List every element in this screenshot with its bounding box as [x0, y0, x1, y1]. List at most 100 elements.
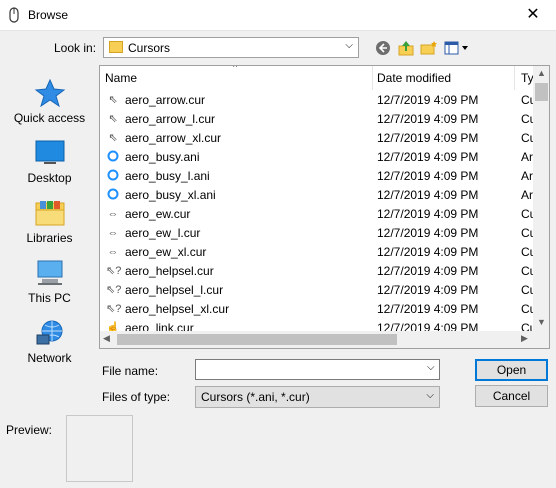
column-divider[interactable]	[372, 66, 373, 90]
table-row[interactable]: aero_busy_xl.ani 12/7/2019 4:09 PM Ar	[100, 186, 533, 205]
up-folder-icon[interactable]	[397, 39, 415, 57]
chevron-down-icon: ⌵	[426, 390, 434, 401]
place-quick-access[interactable]: Quick access	[4, 75, 95, 133]
chevron-down-icon: ⌵	[345, 40, 353, 51]
table-row[interactable]: ⇖ aero_arrow_l.cur 12/7/2019 4:09 PM Cu	[100, 110, 533, 129]
table-row[interactable]: aero_busy.ani 12/7/2019 4:09 PM Ar	[100, 148, 533, 167]
help-cursor-icon: ⇖?	[106, 284, 122, 296]
table-row[interactable]: ⇖? aero_helpsel_l.cur 12/7/2019 4:09 PM …	[100, 281, 533, 300]
scroll-corner	[533, 331, 549, 348]
file-date: 12/7/2019 4:09 PM	[377, 188, 479, 202]
table-row[interactable]: ⇖? aero_helpsel_xl.cur 12/7/2019 4:09 PM…	[100, 300, 533, 319]
arrow-cursor-icon: ⇖	[108, 94, 118, 106]
back-icon[interactable]	[374, 39, 392, 57]
file-type: Cu	[521, 283, 533, 297]
file-date: 12/7/2019 4:09 PM	[377, 264, 479, 278]
file-type: Cu	[521, 302, 533, 316]
file-date: 12/7/2019 4:09 PM	[377, 131, 479, 145]
file-type: Cu	[521, 264, 533, 278]
sort-ascending-icon: ^	[233, 65, 238, 72]
filetype-dropdown[interactable]: Cursors (*.ani, *.cur) ⌵	[195, 386, 440, 408]
open-button[interactable]: Open	[475, 359, 548, 381]
column-divider[interactable]	[514, 66, 515, 90]
table-row[interactable]: ⇔ aero_ew.cur 12/7/2019 4:09 PM Cu	[100, 205, 534, 224]
filetype-value: Cursors (*.ani, *.cur)	[201, 390, 310, 404]
new-folder-icon[interactable]	[420, 39, 438, 57]
place-network[interactable]: Network	[4, 315, 95, 373]
help-cursor-icon: ⇖?	[106, 265, 122, 277]
preview-label: Preview:	[6, 423, 53, 437]
window-title: Browse	[28, 8, 69, 22]
file-name: aero_busy_l.ani	[125, 169, 210, 183]
chevron-down-icon[interactable]: ⌵	[427, 362, 435, 373]
file-name: aero_ew.cur	[125, 207, 191, 221]
file-name: aero_ew_l.cur	[125, 226, 201, 240]
file-name: aero_helpsel_l.cur	[125, 283, 224, 297]
file-type: Cu	[521, 112, 533, 126]
busy-ring-icon	[106, 188, 120, 202]
file-name: aero_link.cur	[125, 321, 194, 331]
lookin-label: Look in:	[54, 41, 97, 55]
table-row[interactable]: ⇖? aero_helpsel.cur 12/7/2019 4:09 PM Cu	[100, 262, 533, 281]
cancel-button[interactable]: Cancel	[475, 385, 548, 407]
lookin-dropdown[interactable]: Cursors ⌵	[103, 37, 359, 58]
scroll-down-icon[interactable]: ▼	[533, 317, 549, 329]
table-row[interactable]: ⇖ aero_arrow.cur 12/7/2019 4:09 PM Cu	[100, 91, 533, 110]
file-name: aero_busy_xl.ani	[125, 188, 216, 202]
place-label: Network	[27, 351, 72, 365]
column-header: ^ Name Date modified Ty	[100, 65, 534, 90]
scroll-right-icon[interactable]: ▶	[521, 333, 528, 344]
table-row[interactable]: ⇔ aero_ew_l.cur 12/7/2019 4:09 PM Cu	[100, 224, 534, 243]
file-type: Cu	[521, 207, 533, 221]
table-row[interactable]: ⇔ aero_ew_xl.cur 12/7/2019 4:09 PM Cu	[100, 243, 534, 262]
star-icon	[34, 79, 66, 107]
close-button[interactable]: ✕	[510, 0, 556, 30]
file-type: Cu	[521, 245, 533, 259]
place-desktop[interactable]: Desktop	[4, 135, 95, 193]
column-type[interactable]: Ty	[521, 71, 534, 85]
file-date: 12/7/2019 4:09 PM	[377, 93, 479, 107]
scroll-thumb[interactable]	[117, 334, 397, 345]
file-type: Cu	[521, 321, 533, 331]
scroll-thumb[interactable]	[535, 83, 548, 101]
table-row[interactable]: ☝ aero_link.cur 12/7/2019 4:09 PM Cu	[100, 319, 533, 331]
folder-icon	[109, 41, 123, 53]
file-date: 12/7/2019 4:09 PM	[377, 112, 479, 126]
table-row[interactable]: aero_busy_l.ani 12/7/2019 4:09 PM Ar	[100, 167, 533, 186]
file-rows: ⇖ aero_arrow.cur 12/7/2019 4:09 PM Cu ⇖ …	[100, 91, 533, 331]
file-name: aero_ew_xl.cur	[125, 245, 207, 259]
place-label: Desktop	[27, 171, 72, 185]
busy-ring-icon	[106, 150, 120, 164]
file-name: aero_arrow_l.cur	[125, 112, 216, 126]
place-label: This PC	[28, 291, 71, 305]
column-date-modified[interactable]: Date modified	[377, 71, 451, 85]
file-type: Cu	[521, 226, 533, 240]
horizontal-scrollbar[interactable]: ◀ ▶	[100, 331, 533, 348]
file-type: Ar	[521, 169, 533, 183]
arrow-cursor-icon: ⇖	[108, 132, 118, 144]
file-type: Cu	[521, 93, 533, 107]
file-date: 12/7/2019 4:09 PM	[377, 226, 479, 240]
file-list[interactable]: ^ Name Date modified Ty ⇖ aero_arrow.cur…	[99, 65, 550, 349]
file-name: aero_helpsel.cur	[125, 264, 214, 278]
column-name[interactable]: Name	[105, 71, 137, 85]
busy-ring-icon	[106, 169, 120, 183]
title-bar: Browse ✕	[0, 0, 556, 31]
table-row[interactable]: ⇖ aero_arrow_xl.cur 12/7/2019 4:09 PM Cu	[100, 129, 533, 148]
file-date: 12/7/2019 4:09 PM	[377, 150, 479, 164]
file-date: 12/7/2019 4:09 PM	[377, 283, 479, 297]
filename-label: File name:	[102, 364, 159, 378]
help-cursor-icon: ⇖?	[106, 303, 122, 315]
desktop-icon	[35, 140, 65, 164]
scroll-up-icon[interactable]: ▲	[533, 68, 549, 80]
hand-cursor-icon: ☝	[106, 322, 120, 331]
view-menu-icon[interactable]	[444, 39, 470, 57]
place-libraries[interactable]: Libraries	[4, 195, 95, 253]
vertical-scrollbar[interactable]: ▲ ▼	[533, 66, 549, 331]
filename-input[interactable]	[195, 359, 440, 380]
file-type: Ar	[521, 188, 533, 202]
scroll-left-icon[interactable]: ◀	[103, 333, 110, 344]
place-this-pc[interactable]: This PC	[4, 255, 95, 313]
computer-icon	[37, 260, 63, 285]
file-date: 12/7/2019 4:09 PM	[377, 245, 479, 259]
